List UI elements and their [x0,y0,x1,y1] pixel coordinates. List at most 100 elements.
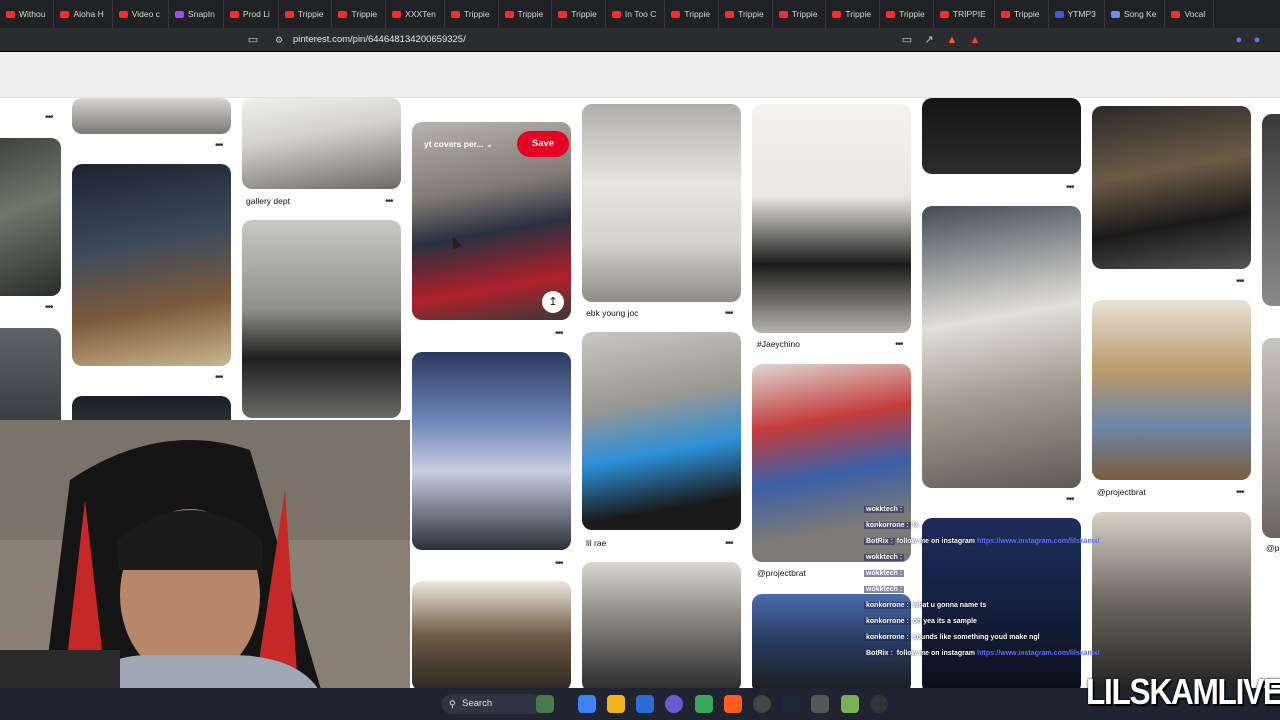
pin-image[interactable] [412,352,571,550]
chat-message: konkorrone : oh yea its a sample [864,618,977,625]
pin-image[interactable] [922,98,1081,174]
obs-icon[interactable] [753,695,771,713]
pin-image[interactable] [1262,338,1280,538]
extension-icon[interactable]: ● [1232,33,1246,47]
site-info-icon[interactable]: ⚙ [272,33,286,47]
pin-image[interactable] [582,332,741,530]
more-options-icon[interactable]: ••• [385,197,393,207]
tab-label: TRIPPIE [952,9,986,19]
pin-image[interactable] [242,220,401,418]
browser-tab[interactable]: Trippie [665,0,720,28]
discord-icon[interactable] [665,695,683,713]
pin-image[interactable] [1092,300,1251,480]
pin-image[interactable] [1262,114,1280,306]
browser-tab[interactable]: Trippie [552,0,606,28]
audio-icon[interactable]: ● [1250,33,1264,47]
browser-tab[interactable]: Trippie [445,0,499,28]
app-icon[interactable] [695,695,713,713]
cast-icon[interactable]: ▭ [900,33,914,47]
pin-caption[interactable]: @projectbrat [757,568,806,578]
tab-label: Trippie [1013,9,1040,19]
url-field[interactable]: pinterest.com/pin/644648134200659325/ [293,33,466,47]
app-icon[interactable] [811,695,829,713]
favicon-icon [939,10,949,18]
store-icon[interactable] [636,695,654,713]
chat-link[interactable]: https://www.instagram.com/lilskamx/ [977,650,1100,657]
browser-tab[interactable]: Trippie [719,0,773,28]
tab-label: In Too C [624,9,657,19]
pin-image[interactable] [582,562,741,688]
pin-caption[interactable]: lil rae [586,538,606,548]
more-options-icon[interactable]: ••• [45,303,53,313]
browser-tab[interactable]: Vocal [1165,0,1215,28]
browser-tab[interactable]: Trippie [826,0,881,28]
browser-tab[interactable]: Withou [0,0,55,28]
more-options-icon[interactable]: ••• [725,539,733,549]
widgets-icon[interactable] [536,695,554,713]
pin-caption[interactable]: @p [1266,543,1279,553]
browser-tab[interactable]: XXXTen [386,0,445,28]
taskbar-search[interactable]: ⚲ Search [442,694,542,714]
browser-tab[interactable]: Trippie [880,0,934,28]
more-options-icon[interactable]: ••• [45,113,53,123]
pin-caption[interactable]: #Jaeychino [757,339,800,349]
copilot-icon[interactable] [578,695,596,713]
steam-icon[interactable] [782,695,800,713]
file-explorer-icon[interactable] [607,695,625,713]
browser-tab[interactable]: YTMP3 [1049,0,1105,28]
browser-tab[interactable]: Aloha H [54,0,113,28]
browser-tab[interactable]: Trippie [332,0,387,28]
pin-caption[interactable]: gallery dept [246,196,290,206]
more-options-icon[interactable]: ••• [1236,277,1244,287]
more-options-icon[interactable]: ••• [555,329,563,339]
more-options-icon[interactable]: ••• [725,309,733,319]
brave-shield-icon[interactable]: ▲ [945,33,959,47]
app-icon[interactable] [841,695,859,713]
pin-image[interactable] [412,581,571,688]
chat-message: wokktech : [864,586,905,593]
favicon-icon [6,10,15,18]
chat-message: BotRix : follow me on instagram https://… [864,650,1100,657]
more-options-icon[interactable]: ••• [215,141,223,151]
browser-tab[interactable]: Song Ke [1105,0,1166,28]
pin-image[interactable] [922,206,1081,488]
tab-label: Trippie [297,9,324,19]
pin-image[interactable] [0,138,61,296]
browser-tab[interactable]: Video c [113,0,169,28]
pin-image[interactable] [582,104,741,302]
chat-text: lx [912,522,919,529]
more-options-icon[interactable]: ••• [1236,488,1244,498]
browser-tab[interactable]: In Too C [606,0,666,28]
bookmark-icon[interactable]: ▭ [246,33,260,47]
tab-label: Trippie [791,9,818,19]
share-icon[interactable]: ↗ [922,33,936,47]
pin-image[interactable] [72,98,231,134]
save-button[interactable]: Save [517,131,569,157]
pin-caption[interactable]: @projectbrat [1097,487,1146,497]
favicon-icon [60,10,70,18]
upload-icon[interactable]: ↥ [542,291,564,313]
pin-image[interactable] [752,104,911,333]
more-options-icon[interactable]: ••• [1066,183,1074,193]
pin-caption[interactable]: ebk young joc [586,308,638,318]
pin-image[interactable] [72,164,231,366]
pin-image[interactable] [242,98,401,189]
more-options-icon[interactable]: ••• [215,373,223,383]
more-options-icon[interactable]: ••• [1066,495,1074,505]
brave-icon[interactable] [724,695,742,713]
chat-username: wokktech : [864,554,905,561]
board-selector[interactable]: yt covers per... ⌄ [424,135,493,153]
pin-image[interactable] [1092,106,1251,269]
browser-tab[interactable]: TRIPPIE [934,0,995,28]
browser-tab[interactable]: Trippie [279,0,333,28]
chat-link[interactable]: https://www.instagram.com/lilskamx/ [977,538,1100,545]
more-options-icon[interactable]: ••• [555,559,563,569]
browser-tab[interactable]: Trippie [499,0,553,28]
browser-tab[interactable]: Trippie [773,0,827,28]
browser-tab[interactable]: Prod Li [224,0,279,28]
more-options-icon[interactable]: ••• [895,340,903,350]
app-icon[interactable] [870,695,888,713]
browser-tab[interactable]: Trippie [995,0,1049,28]
browser-tab[interactable]: SnapIn [169,0,224,28]
brave-rewards-icon[interactable]: ▲ [968,33,982,47]
